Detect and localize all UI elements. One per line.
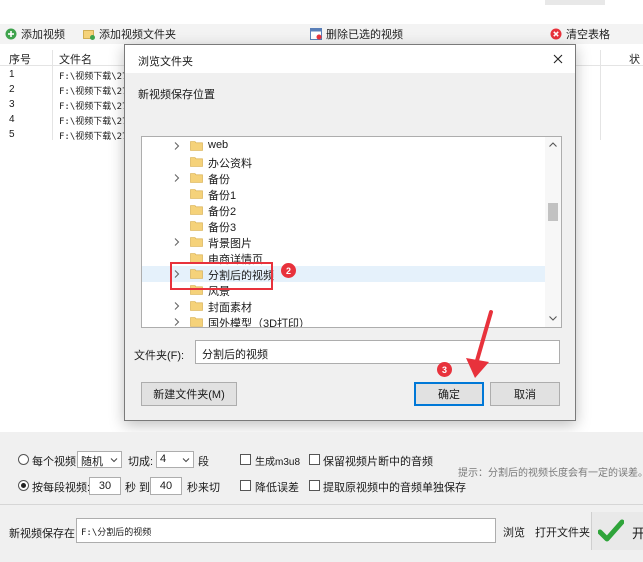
checkmark-icon (598, 519, 624, 542)
cut-unit-label: 秒来切 (187, 482, 220, 494)
settings-panel: 每个视频 随机 切成: 4 段 生成m3u8 保留视频片断中的音频 提示：分割后… (0, 432, 643, 562)
per-video-radio[interactable] (18, 454, 29, 465)
save-path-input[interactable]: F:\分割后的视频 (76, 518, 496, 543)
seconds-to-label: 秒 到 (125, 482, 151, 494)
extract-audio-label: 提取原视频中的音频单独保存 (323, 482, 466, 494)
generate-m3u8-checkbox[interactable] (240, 454, 251, 465)
browse-button[interactable]: 浏览 (503, 524, 525, 540)
per-video-label: 每个视频 (32, 456, 76, 468)
mode-select[interactable]: 随机 (77, 451, 122, 468)
reduce-error-label: 降低误差 (255, 482, 299, 494)
generate-m3u8-label: 生成m3u8 (255, 457, 301, 468)
per-segment-radio[interactable] (18, 480, 29, 491)
open-folder-button[interactable]: 打开文件夹 (535, 524, 590, 540)
per-segment-label: 按每段视频: (32, 482, 91, 494)
save-location-label: 新视频保存在: (9, 528, 79, 540)
segment-unit-label: 段 (198, 456, 209, 468)
start-button[interactable]: 开 (591, 512, 643, 550)
to-seconds-input[interactable]: 40 (150, 477, 182, 495)
start-button-label: 开 (632, 526, 643, 541)
segments-select[interactable]: 4 (156, 451, 194, 468)
keep-audio-checkbox[interactable] (309, 454, 320, 465)
from-seconds-input[interactable]: 30 (89, 477, 121, 495)
cut-into-label: 切成: (128, 456, 154, 468)
reduce-error-checkbox[interactable] (240, 480, 251, 491)
extract-audio-checkbox[interactable] (309, 480, 320, 491)
hint-text: 提示：分割后的视频长度会有一定的误差。 (458, 468, 643, 479)
mode-select-value: 随机 (81, 456, 103, 468)
chevron-down-icon (110, 458, 118, 463)
chevron-down-icon (182, 458, 190, 463)
keep-audio-label: 保留视频片断中的音频 (323, 456, 433, 468)
save-path-value: F:\分割后的视频 (81, 528, 152, 538)
panel-divider (0, 504, 643, 505)
segments-value: 4 (160, 453, 167, 465)
